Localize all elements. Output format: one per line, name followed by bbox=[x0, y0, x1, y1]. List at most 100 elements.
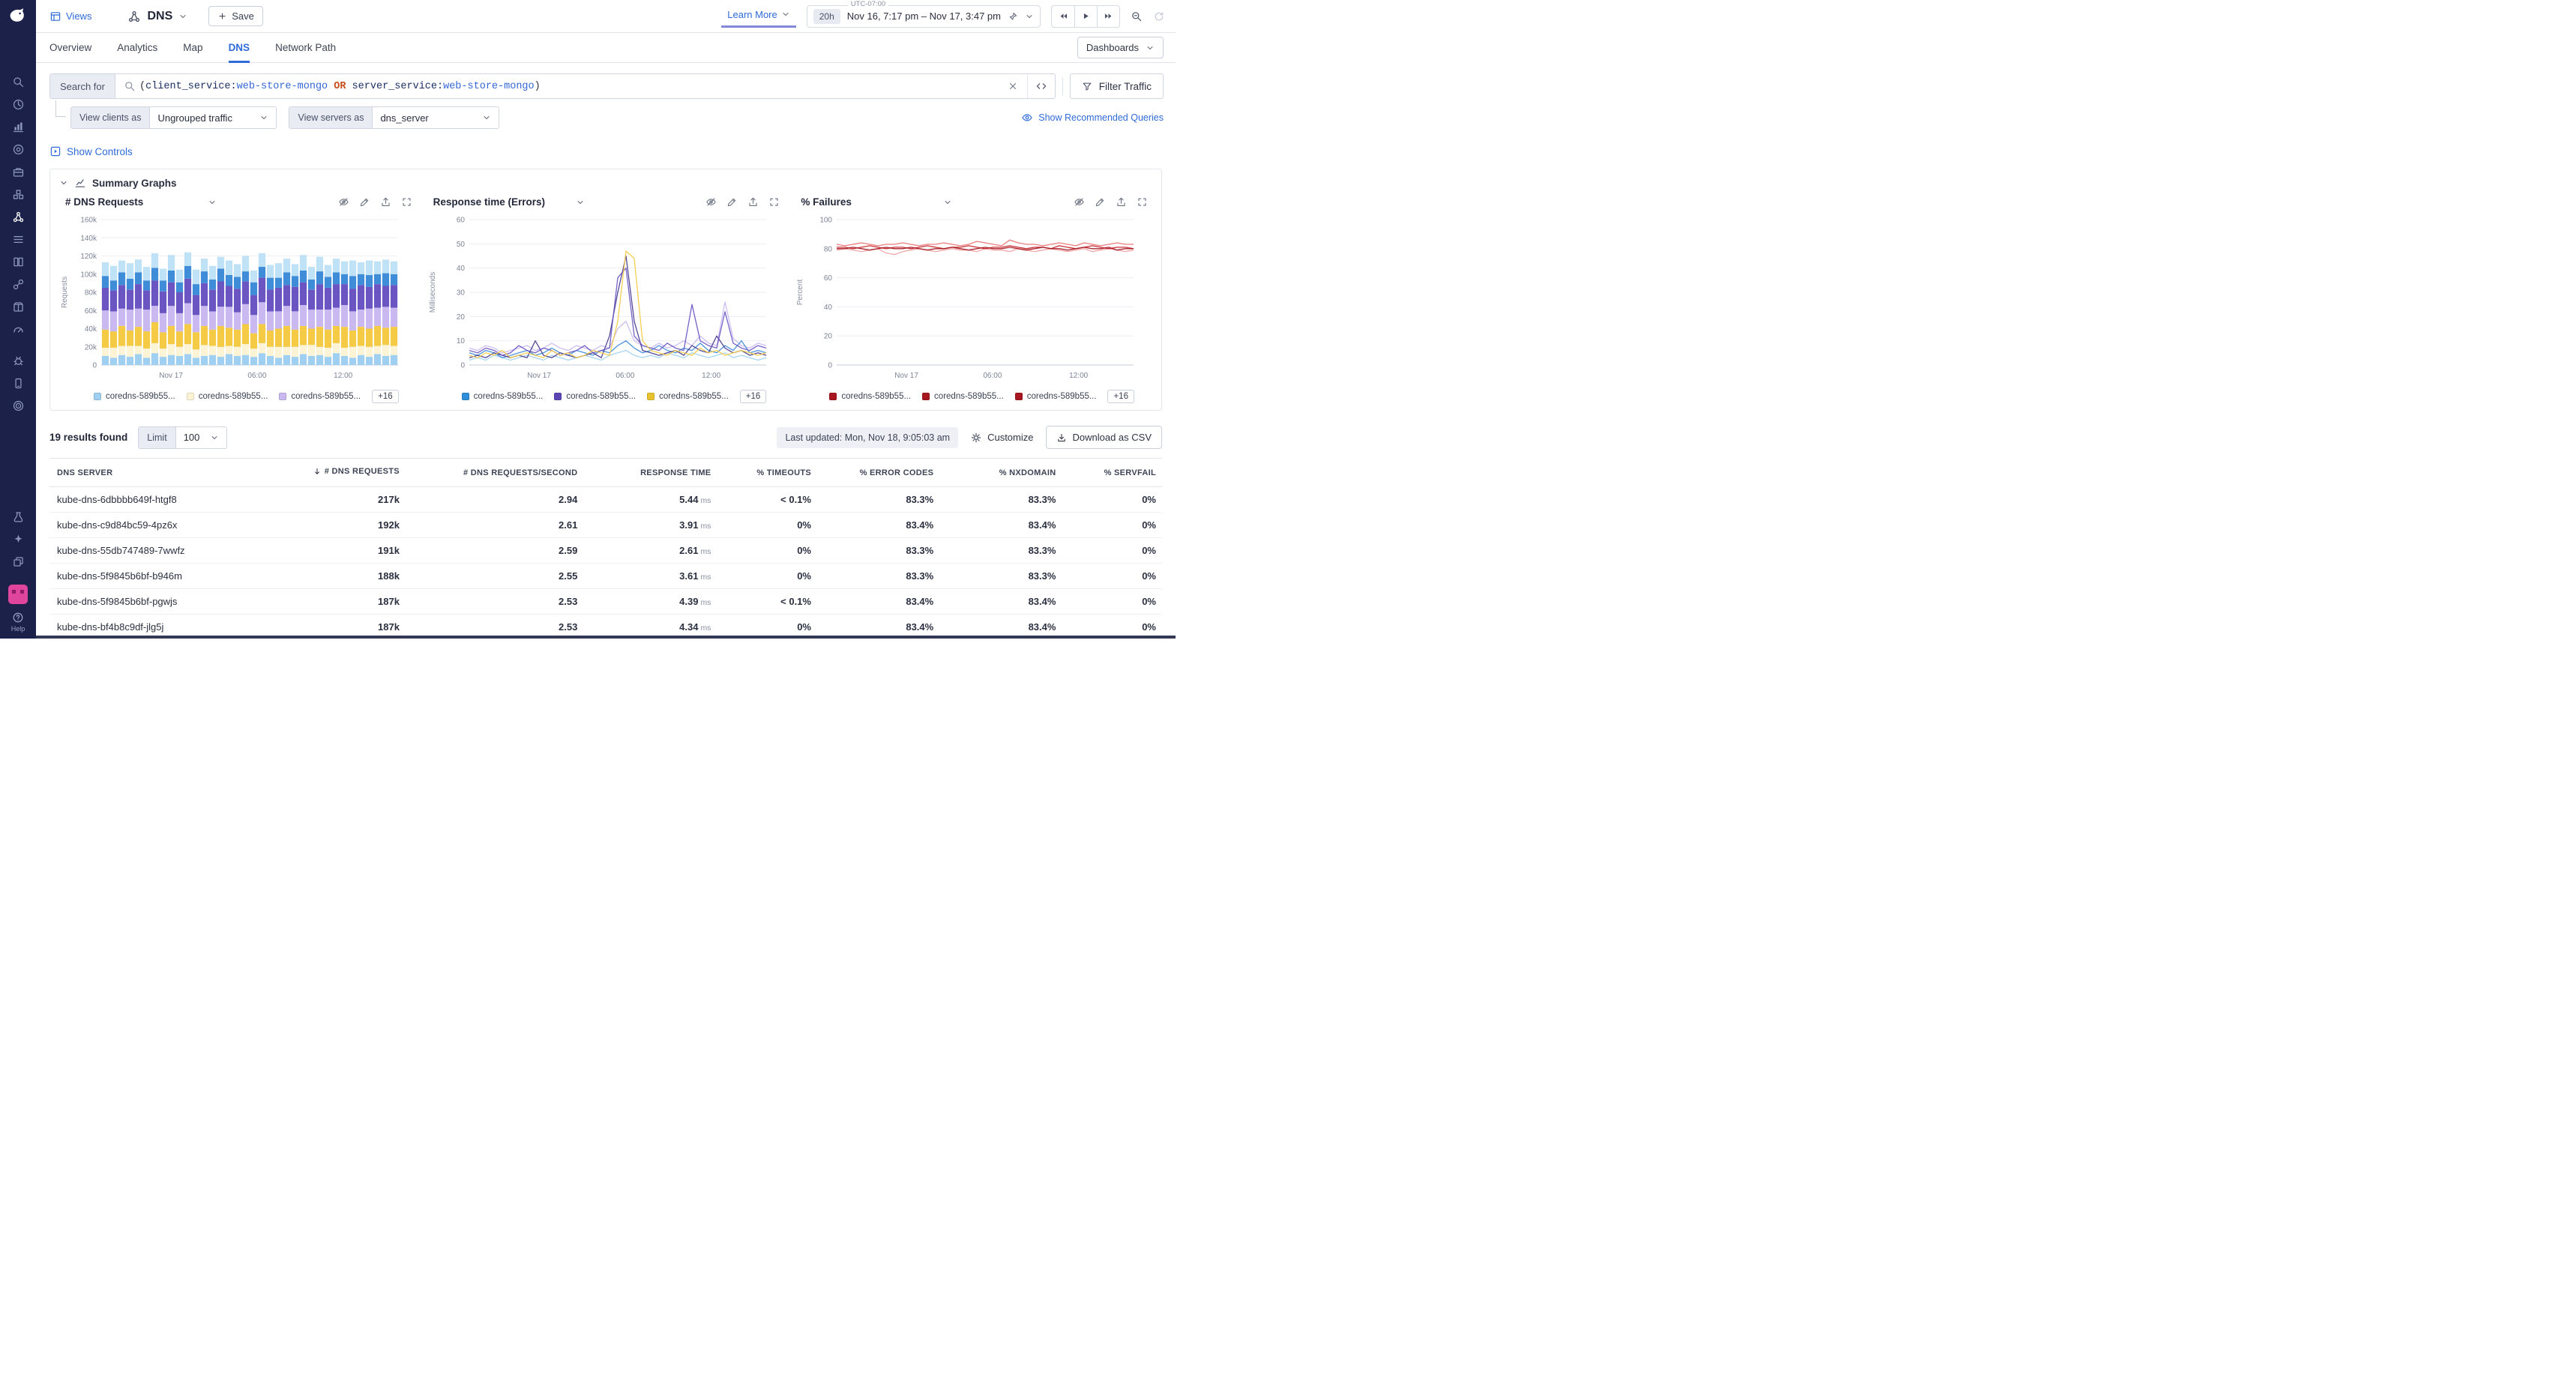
table-row[interactable]: kube-dns-5f9845b6bf-pgwjs187k2.534.39ms<… bbox=[49, 589, 1162, 615]
download-csv-button[interactable]: Download as CSV bbox=[1046, 426, 1163, 449]
edit-graph-button[interactable] bbox=[359, 196, 370, 208]
collapse-chevron-icon[interactable] bbox=[59, 178, 68, 187]
chart-metric-dropdown[interactable]: # DNS Requests bbox=[65, 196, 217, 208]
tab-analytics[interactable]: Analytics bbox=[117, 33, 157, 63]
hide-graph-button[interactable] bbox=[1074, 196, 1085, 208]
svg-text:50: 50 bbox=[457, 241, 466, 249]
time-range-picker[interactable]: UTC-07:00 20h Nov 16, 7:17 pm – Nov 17, … bbox=[807, 5, 1041, 28]
sidebar-item-mobile[interactable] bbox=[0, 372, 36, 394]
sidebar-item-chart[interactable] bbox=[0, 115, 36, 138]
play-button[interactable] bbox=[1074, 6, 1097, 27]
chart-plot-area[interactable]: 020406080100Nov 1706:0012:00Percent bbox=[795, 212, 1141, 386]
column-header-dns-server[interactable]: DNS SERVER bbox=[49, 459, 272, 487]
legend-item[interactable]: coredns-589b55... bbox=[187, 392, 268, 401]
zoom-out-button[interactable] bbox=[1131, 10, 1143, 22]
chart-metric-dropdown[interactable]: Response time (Errors) bbox=[433, 196, 585, 208]
user-avatar[interactable] bbox=[8, 585, 28, 604]
export-graph-button[interactable] bbox=[1116, 196, 1127, 208]
servers-grouping-select[interactable]: dns_server bbox=[373, 107, 499, 128]
legend-item[interactable]: coredns-589b55... bbox=[647, 392, 729, 401]
clients-grouping-select[interactable]: Ungrouped traffic bbox=[150, 107, 276, 128]
column-header--timeouts[interactable]: % TIMEOUTS bbox=[717, 459, 817, 487]
sidebar-item-layers[interactable] bbox=[0, 550, 36, 573]
pencil-icon bbox=[359, 196, 370, 208]
column-header-response-time[interactable]: RESPONSE TIME bbox=[583, 459, 717, 487]
show-recommended-queries-link[interactable]: Show Recommended Queries bbox=[1021, 112, 1164, 124]
expand-graph-button[interactable] bbox=[1137, 196, 1148, 208]
table-row[interactable]: kube-dns-6dbbbb649f-htgf8217k2.945.44ms<… bbox=[49, 487, 1162, 513]
export-graph-button[interactable] bbox=[747, 196, 759, 208]
sidebar-item-cubes[interactable] bbox=[0, 183, 36, 205]
show-controls-link[interactable]: Show Controls bbox=[49, 145, 133, 157]
legend-item[interactable]: coredns-589b55... bbox=[922, 392, 1004, 401]
sidebar-item-search[interactable] bbox=[0, 70, 36, 93]
column-header--error-codes[interactable]: % ERROR CODES bbox=[817, 459, 939, 487]
sidebar-item-target[interactable] bbox=[0, 394, 36, 417]
dashboards-button[interactable]: Dashboards bbox=[1077, 37, 1164, 58]
sidebar-item-bug[interactable] bbox=[0, 349, 36, 372]
learn-more-button[interactable]: Learn More bbox=[721, 5, 795, 28]
sidebar-item-clock[interactable] bbox=[0, 93, 36, 115]
sidebar-item-package[interactable] bbox=[0, 295, 36, 318]
time-range-text[interactable]: Nov 16, 7:17 pm – Nov 17, 3:47 pm bbox=[847, 10, 1001, 22]
tab-map[interactable]: Map bbox=[183, 33, 202, 63]
legend-item[interactable]: coredns-589b55... bbox=[829, 392, 911, 401]
sidebar-item-help[interactable]: Help bbox=[11, 612, 25, 633]
sidebar-item-gauge[interactable] bbox=[0, 318, 36, 340]
sidebar-item-flask[interactable] bbox=[0, 505, 36, 528]
legend-more-button[interactable]: +16 bbox=[740, 390, 767, 403]
column-header--nxdomain[interactable]: % NXDOMAIN bbox=[939, 459, 1062, 487]
sidebar-item-columns[interactable] bbox=[0, 250, 36, 273]
expand-graph-button[interactable] bbox=[401, 196, 412, 208]
sidebar-item-sparkle[interactable] bbox=[0, 528, 36, 550]
expand-graph-button[interactable] bbox=[768, 196, 780, 208]
legend-item[interactable]: coredns-589b55... bbox=[279, 392, 361, 401]
views-button[interactable]: Views bbox=[49, 10, 91, 22]
column-header--dns-requests-second[interactable]: # DNS REQUESTS/SECOND bbox=[406, 459, 583, 487]
search-input[interactable]: (client_service:web-store-mongo OR serve… bbox=[139, 74, 999, 98]
query-syntax-button[interactable] bbox=[1027, 74, 1055, 98]
hide-graph-button[interactable] bbox=[338, 196, 349, 208]
legend-more-button[interactable]: +16 bbox=[372, 390, 399, 403]
customize-button[interactable]: Customize bbox=[966, 427, 1038, 448]
tab-dns[interactable]: DNS bbox=[229, 33, 250, 63]
save-button[interactable]: Save bbox=[208, 6, 263, 26]
legend-item[interactable]: coredns-589b55... bbox=[554, 392, 636, 401]
pin-timeframe-button[interactable] bbox=[1008, 11, 1018, 22]
legend-item[interactable]: coredns-589b55... bbox=[94, 392, 175, 401]
edit-graph-button[interactable] bbox=[1095, 196, 1106, 208]
forward-button[interactable] bbox=[1097, 6, 1119, 27]
legend-label: coredns-589b55... bbox=[199, 392, 268, 401]
page-title-group[interactable]: DNS bbox=[127, 10, 187, 23]
legend-item[interactable]: coredns-589b55... bbox=[462, 392, 544, 401]
time-range-dropdown-button[interactable] bbox=[1025, 12, 1034, 21]
legend-more-button[interactable]: +16 bbox=[1107, 390, 1134, 403]
sidebar-item-briefcase[interactable] bbox=[0, 160, 36, 183]
filter-traffic-button[interactable]: Filter Traffic bbox=[1070, 73, 1164, 99]
table-row[interactable]: kube-dns-5f9845b6bf-b946m188k2.553.61ms0… bbox=[49, 564, 1162, 589]
table-row[interactable]: kube-dns-c9d84bc59-4pz6x192k2.613.91ms0%… bbox=[49, 513, 1162, 538]
hide-graph-button[interactable] bbox=[705, 196, 717, 208]
chart-plot-area[interactable]: 0102030405060Nov 1706:0012:00Millisecond… bbox=[427, 212, 774, 386]
column-header--dns-requests[interactable]: # DNS REQUESTS bbox=[272, 459, 406, 487]
export-graph-button[interactable] bbox=[380, 196, 391, 208]
tab-network-path[interactable]: Network Path bbox=[275, 33, 336, 63]
chart-plot-area[interactable]: 020k40k60k80k100k120k140k160kNov 1706:00… bbox=[59, 212, 406, 386]
sidebar-item-rows[interactable] bbox=[0, 228, 36, 250]
refresh-button[interactable] bbox=[1153, 10, 1165, 22]
edit-graph-button[interactable] bbox=[726, 196, 738, 208]
column-header--servfail[interactable]: % SERVFAIL bbox=[1062, 459, 1162, 487]
chart-metric-dropdown[interactable]: % Failures bbox=[801, 196, 952, 208]
legend-item[interactable]: coredns-589b55... bbox=[1015, 392, 1097, 401]
time-span-badge[interactable]: 20h bbox=[813, 9, 840, 24]
table-row[interactable]: kube-dns-55db747489-7wwfz191k2.592.61ms0… bbox=[49, 538, 1162, 564]
chevron-down-icon[interactable] bbox=[178, 12, 187, 21]
datadog-logo[interactable] bbox=[0, 0, 36, 31]
rewind-button[interactable] bbox=[1052, 6, 1074, 27]
tab-overview[interactable]: Overview bbox=[49, 33, 91, 63]
clear-search-button[interactable] bbox=[999, 74, 1027, 98]
sidebar-item-link[interactable] bbox=[0, 273, 36, 295]
sidebar-item-network[interactable] bbox=[0, 205, 36, 228]
limit-select[interactable]: 100 bbox=[176, 427, 227, 448]
sidebar-item-donut[interactable] bbox=[0, 138, 36, 160]
